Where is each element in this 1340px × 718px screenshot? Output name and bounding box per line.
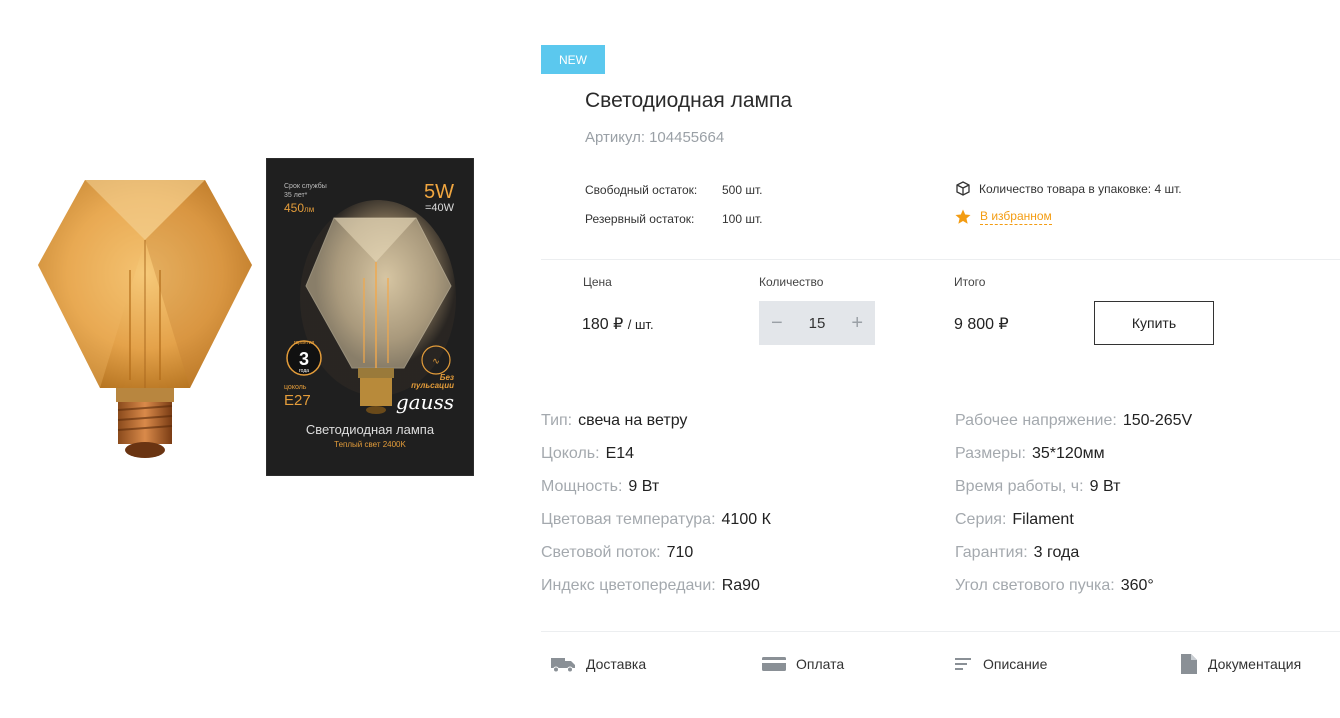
box-warranty-years-word: года xyxy=(299,368,309,374)
spec-value: 710 xyxy=(666,544,694,561)
card-icon xyxy=(762,657,786,671)
unit-price-value: 180 ₽ xyxy=(582,316,624,333)
spec-key: Мощность: xyxy=(541,478,623,495)
pack-quantity: Количество товара в упаковке: 4 шт. xyxy=(955,181,1182,197)
box-no-flicker-2: пульсации xyxy=(411,381,454,390)
spec-row: Индекс цветопередачи: Ra90 xyxy=(541,576,760,596)
spec-value: Filament xyxy=(1012,511,1074,528)
free-stock-label: Свободный остаток: xyxy=(585,183,698,197)
spec-row: Угол светового пучка: 360° xyxy=(955,576,1154,596)
tab-delivery-label[interactable]: Доставка xyxy=(586,656,646,672)
box-lifetime-value: 35 лет* xyxy=(284,192,308,199)
spec-value: свеча на ветру xyxy=(578,412,688,429)
total-caption: Итого xyxy=(954,275,986,289)
buy-button[interactable]: Купить xyxy=(1094,301,1214,345)
spec-row: Световой поток: 710 xyxy=(541,543,693,563)
spec-value: 150-265V xyxy=(1122,412,1193,429)
spec-key: Размеры: xyxy=(955,445,1026,462)
sku-value: 104455664 xyxy=(649,129,725,146)
spec-row: Гарантия: 3 года xyxy=(955,543,1079,563)
spec-value: 3 года xyxy=(1033,544,1080,561)
favorite-text[interactable]: В избранном xyxy=(980,209,1052,225)
unit-price-unit: / шт. xyxy=(627,317,654,332)
box-light-color: Теплый свет 2400K xyxy=(334,440,406,449)
quantity-stepper[interactable]: − 15 + xyxy=(759,301,875,345)
spec-value: 4100 К xyxy=(721,511,771,528)
spec-row: Время работы, ч: 9 Вт xyxy=(955,477,1120,497)
spec-key: Световой поток: xyxy=(541,544,661,561)
total-price: 9 800 ₽ xyxy=(954,316,1009,333)
divider xyxy=(541,631,1340,632)
document-icon xyxy=(1181,654,1197,674)
spec-row: Рабочее напряжение: 150-265V xyxy=(955,411,1192,431)
pack-quantity-text: Количество товара в упаковке: 4 шт. xyxy=(979,182,1182,196)
product-photo-bulb xyxy=(38,180,252,458)
box-base: E27 xyxy=(284,392,311,409)
spec-key: Угол светового пучка: xyxy=(955,577,1115,594)
spec-value: E14 xyxy=(605,445,635,462)
box-watt-equivalent: =40W xyxy=(425,202,455,214)
star-icon xyxy=(955,209,971,224)
spec-row: Цоколь: E14 xyxy=(541,444,634,464)
tab-payment-label[interactable]: Оплата xyxy=(796,656,844,672)
free-stock: Свободный остаток: 500 шт. xyxy=(585,183,762,197)
spec-row: Тип: свеча на ветру xyxy=(541,411,687,431)
spec-key: Цветовая температура: xyxy=(541,511,716,528)
box-lifetime-label: Срок службы xyxy=(284,182,327,190)
product-sku: Артикул: 104455664 xyxy=(585,129,724,146)
spec-value: 9 Вт xyxy=(628,478,660,495)
spec-key: Тип: xyxy=(541,412,573,429)
sku-label: Артикул: xyxy=(585,129,646,146)
reserve-stock-label: Резервный остаток: xyxy=(585,212,695,226)
tab-description[interactable]: Описание xyxy=(955,652,1047,676)
spec-value: Ra90 xyxy=(721,577,760,594)
new-badge: NEW xyxy=(541,45,605,74)
spec-key: Рабочее напряжение: xyxy=(955,412,1117,429)
reserve-stock: Резервный остаток: 100 шт. xyxy=(585,212,762,226)
spec-key: Индекс цветопередачи: xyxy=(541,577,716,594)
spec-key: Серия: xyxy=(955,511,1007,528)
favorite-link[interactable]: В избранном xyxy=(954,208,1052,226)
tab-payment[interactable]: Оплата xyxy=(762,652,844,676)
spec-row: Цветовая температура: 4100 К xyxy=(541,510,771,530)
reserve-stock-value: 100 шт. xyxy=(722,212,763,226)
spec-key: Время работы, ч: xyxy=(955,478,1084,495)
quantity-caption: Количество xyxy=(759,275,824,289)
free-stock-value: 500 шт. xyxy=(722,183,763,197)
unit-price: 180 ₽ / шт. xyxy=(582,314,654,334)
spec-value: 360° xyxy=(1120,577,1154,594)
lines-icon xyxy=(955,658,971,670)
quantity-value[interactable]: 15 xyxy=(809,315,826,332)
spec-row: Размеры: 35*120мм xyxy=(955,444,1105,464)
price-caption: Цена xyxy=(583,275,612,289)
box-icon xyxy=(956,181,970,196)
svg-text:∿: ∿ xyxy=(432,356,440,366)
box-warranty-word: гарантия xyxy=(294,340,315,346)
product-title: Светодиодная лампа xyxy=(585,89,793,112)
quantity-increase-button[interactable]: + xyxy=(851,313,863,333)
spec-value: 35*120мм xyxy=(1031,445,1105,462)
box-brand-logo: gauss xyxy=(396,390,454,414)
box-watt: 5W xyxy=(424,181,454,203)
spec-row: Серия: Filament xyxy=(955,510,1074,530)
box-product-name: Светодиодная лампа xyxy=(306,422,435,437)
spec-key: Цоколь: xyxy=(541,445,600,462)
box-base-label: цоколь xyxy=(284,384,307,391)
truck-icon xyxy=(551,658,575,673)
tab-documentation[interactable]: Документация xyxy=(1180,652,1301,676)
tab-documentation-label[interactable]: Документация xyxy=(1208,656,1301,672)
divider xyxy=(541,259,1340,260)
tab-delivery[interactable]: Доставка xyxy=(550,652,646,676)
spec-row: Мощность: 9 Вт xyxy=(541,477,659,497)
product-photo-box: Срок службы 35 лет* 450лм 5W =40W гарант… xyxy=(266,158,474,476)
spec-value: 9 Вт xyxy=(1089,478,1121,495)
quantity-decrease-button[interactable]: − xyxy=(771,313,783,333)
tab-description-label[interactable]: Описание xyxy=(983,656,1047,672)
box-warranty-years: 3 xyxy=(299,349,309,369)
spec-key: Гарантия: xyxy=(955,544,1028,561)
